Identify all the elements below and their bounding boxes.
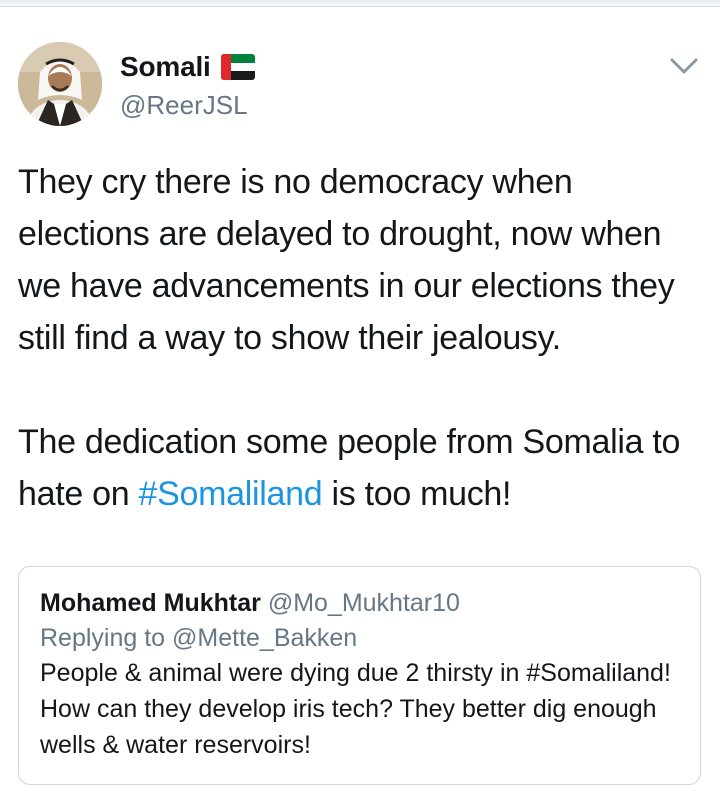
tweet-paragraph-2: The dedication some people from Somalia … [18,416,708,520]
quoted-tweet-header: Mohamed Mukhtar @Mo_Mukhtar10 [40,587,690,619]
avatar-photo [18,42,102,126]
tweet-text: They cry there is no democracy when elec… [18,156,708,520]
author-block: Somali @ReerJSL [120,50,255,121]
quoted-author-handle: @Mo_Mukhtar10 [267,589,460,617]
tweet-paragraph-2-end: is too much! [322,475,512,513]
avatar[interactable] [18,42,102,126]
author-name-row: Somali [120,50,255,84]
replying-to-label: Replying to @Mette_Bakken [40,624,358,652]
quoted-author-name: Mohamed Mukhtar [40,589,261,617]
tweet-paragraph-1: They cry there is no democracy when elec… [18,163,675,357]
tweet: Somali @ReerJSL They cry there is no dem… [0,0,720,798]
author-handle[interactable]: @ReerJSL [120,90,255,121]
quoted-tweet-content: Mohamed Mukhtar @Mo_Mukhtar10 Replying t… [40,587,690,763]
hashtag-link[interactable]: #Somaliland [139,475,323,513]
quoted-tweet-card[interactable]: Mohamed Mukhtar @Mo_Mukhtar10 Replying t… [18,566,701,785]
author-name[interactable]: Somali [120,51,211,83]
chevron-down-icon[interactable] [668,54,700,78]
uae-flag-icon [220,54,255,80]
quoted-tweet-text: People & animal were dying due 2 thirsty… [40,659,671,759]
